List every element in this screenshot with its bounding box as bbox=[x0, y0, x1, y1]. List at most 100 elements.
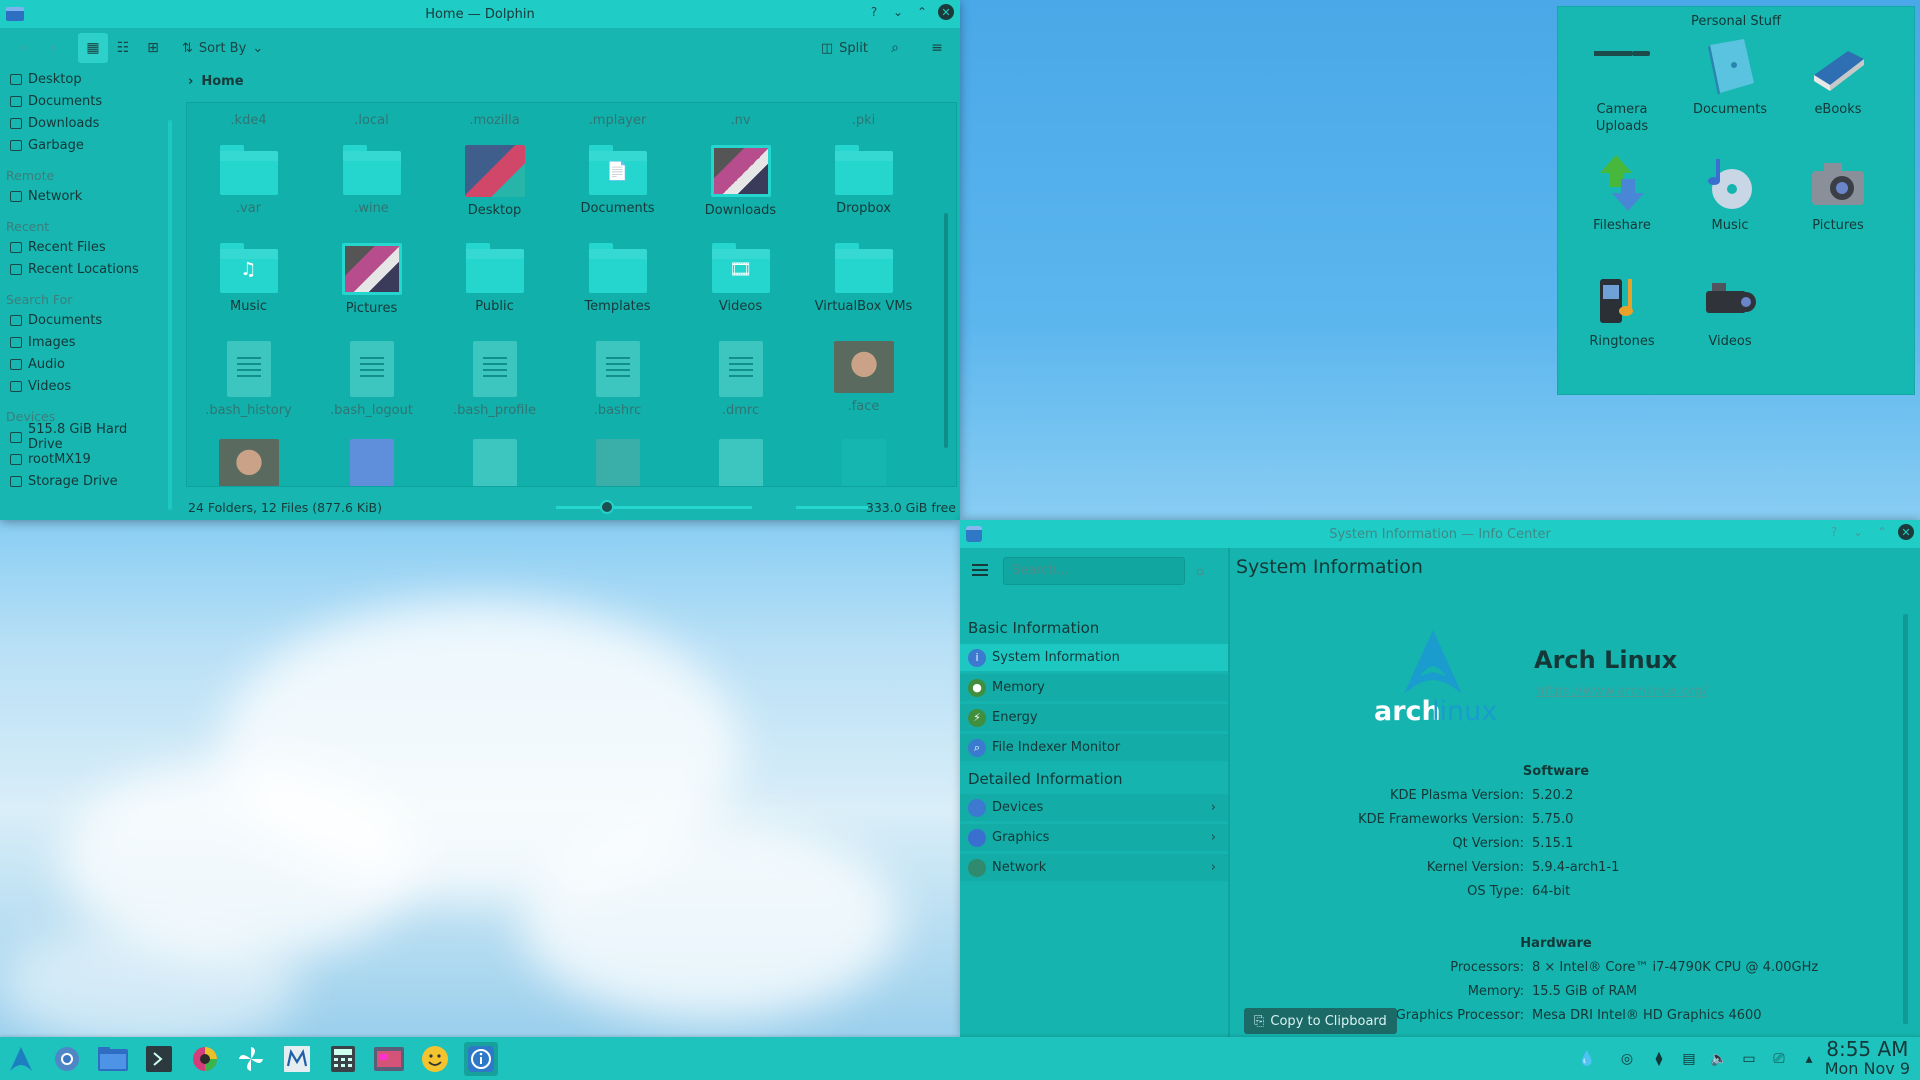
maximize-icon[interactable]: ⌃ bbox=[1874, 524, 1890, 540]
file-view[interactable]: .kde4 .local .mozilla .mplayer .nv .pki .var.… bbox=[186, 102, 957, 487]
sidebar-item[interactable]: ● Memory bbox=[960, 674, 1228, 702]
home-icon[interactable]: ⌂ bbox=[1196, 564, 1204, 579]
help-icon[interactable]: ? bbox=[866, 4, 882, 20]
sidebar-item[interactable]: Network › bbox=[960, 854, 1228, 882]
widget-item[interactable]: Fileshare bbox=[1572, 153, 1672, 234]
file-item[interactable]: Desktop bbox=[433, 145, 556, 241]
sidebar-item[interactable]: Devices › bbox=[960, 794, 1228, 822]
sidebar-item[interactable]: i System Information bbox=[960, 644, 1228, 672]
unknown-file-icon[interactable] bbox=[595, 439, 640, 486]
face-photo-icon[interactable] bbox=[218, 439, 279, 486]
recent-item[interactable]: Recent Files bbox=[0, 236, 162, 258]
water-drop-icon[interactable]: 💧 bbox=[1578, 1050, 1596, 1068]
compact-view-icon[interactable]: ☷ bbox=[108, 33, 138, 63]
digital-clock[interactable]: 8:55 AM Mon Nov 9 bbox=[1825, 1039, 1910, 1079]
file-item[interactable]: .var bbox=[187, 145, 310, 241]
arch-launcher-icon[interactable] bbox=[4, 1042, 38, 1076]
search-input[interactable]: Search... bbox=[1003, 557, 1185, 585]
file-item[interactable]: ♫ Music bbox=[187, 243, 310, 339]
zoom-slider[interactable] bbox=[556, 500, 752, 514]
pinwheel-icon[interactable] bbox=[234, 1042, 268, 1076]
copy-to-clipboard-button[interactable]: ⎘ Copy to Clipboard bbox=[1244, 1008, 1397, 1034]
file-item[interactable]: VirtualBox VMs bbox=[802, 243, 925, 339]
sidebar-item[interactable]: ⌕ File Indexer Monitor bbox=[960, 734, 1228, 762]
info-scrollbar[interactable] bbox=[1903, 614, 1908, 1024]
sidebar-item[interactable]: ⚡ Energy bbox=[960, 704, 1228, 732]
hamburger-menu-icon[interactable] bbox=[972, 564, 988, 576]
text-file-icon[interactable] bbox=[472, 439, 517, 486]
split-button[interactable]: ◫ Split bbox=[821, 41, 868, 56]
image-viewer-icon[interactable] bbox=[372, 1042, 406, 1076]
widget-item[interactable]: Documents bbox=[1680, 37, 1780, 118]
places-item[interactable]: Desktop bbox=[0, 68, 162, 90]
text-file-icon[interactable] bbox=[718, 439, 763, 486]
file-item[interactable]: Pictures bbox=[310, 243, 433, 339]
info-titlebar[interactable]: System Information — Info Center ? ⌄ ⌃ ✕ bbox=[960, 520, 1920, 548]
search-for-item[interactable]: Documents bbox=[0, 309, 162, 331]
volume-icon[interactable]: 🔈 bbox=[1710, 1050, 1728, 1068]
emoji-picker-icon[interactable] bbox=[418, 1042, 452, 1076]
details-view-icon[interactable]: ⊞ bbox=[138, 33, 168, 63]
file-item[interactable]: Downloads bbox=[679, 145, 802, 241]
hamburger-menu-icon[interactable]: ≡ bbox=[922, 33, 952, 63]
breadcrumb-home[interactable]: Home bbox=[201, 74, 243, 89]
file-item[interactable]: 🎞 Videos bbox=[679, 243, 802, 339]
search-for-item[interactable]: Audio bbox=[0, 353, 162, 375]
widget-item[interactable]: Pictures bbox=[1788, 153, 1888, 234]
file-item[interactable]: Templates bbox=[556, 243, 679, 339]
widget-item[interactable]: Videos bbox=[1680, 269, 1780, 350]
info-center-task-icon[interactable] bbox=[464, 1042, 498, 1076]
places-item[interactable]: Garbage bbox=[0, 134, 162, 156]
hidden-folder-label[interactable]: .mozilla bbox=[433, 113, 556, 128]
hidden-folder-label[interactable]: .nv bbox=[679, 113, 802, 128]
display-icon[interactable]: ⎚ bbox=[1770, 1050, 1788, 1068]
network-icon[interactable]: ▭ bbox=[1740, 1050, 1758, 1068]
back-icon[interactable]: ‹ bbox=[8, 33, 38, 63]
breadcrumb[interactable]: › Home bbox=[188, 74, 244, 89]
code-file-icon[interactable] bbox=[349, 439, 394, 486]
places-item[interactable]: Documents bbox=[0, 90, 162, 112]
file-item[interactable]: .bash_history bbox=[187, 341, 310, 437]
maximize-icon[interactable]: ⌃ bbox=[914, 4, 930, 20]
file-item[interactable]: .bash_logout bbox=[310, 341, 433, 437]
sidebar-item[interactable]: Graphics › bbox=[960, 824, 1228, 852]
file-item[interactable]: .bash_profile bbox=[433, 341, 556, 437]
minimize-icon[interactable]: ⌄ bbox=[1850, 524, 1866, 540]
help-icon[interactable]: ? bbox=[1826, 524, 1842, 540]
file-item[interactable]: 📄 Documents bbox=[556, 145, 679, 241]
widget-item[interactable]: eBooks bbox=[1788, 37, 1888, 118]
color-wheel-icon[interactable] bbox=[188, 1042, 222, 1076]
file-item[interactable]: .wine bbox=[310, 145, 433, 241]
widget-item[interactable]: Camera Uploads bbox=[1572, 37, 1672, 135]
dolphin-titlebar[interactable]: Home — Dolphin ? ⌄ ⌃ ✕ bbox=[0, 0, 960, 28]
widget-item[interactable]: Music bbox=[1680, 153, 1780, 234]
search-for-item[interactable]: Videos bbox=[0, 375, 162, 397]
widget-item[interactable]: Ringtones bbox=[1572, 269, 1672, 350]
hidden-folder-label[interactable]: .pki bbox=[802, 113, 925, 128]
hidden-folder-label[interactable]: .kde4 bbox=[187, 113, 310, 128]
clipboard-tray-icon[interactable]: ▤ bbox=[1680, 1050, 1698, 1068]
hidden-folder-label[interactable]: .local bbox=[310, 113, 433, 128]
chromium-tray-icon[interactable]: ◎ bbox=[1618, 1050, 1636, 1068]
places-item[interactable]: Downloads bbox=[0, 112, 162, 134]
panel-scrollbar[interactable] bbox=[168, 120, 172, 510]
device-item[interactable]: Storage Drive bbox=[0, 470, 162, 492]
file-item[interactable]: .bashrc bbox=[556, 341, 679, 437]
close-icon[interactable]: ✕ bbox=[1898, 524, 1914, 540]
calculator-icon[interactable] bbox=[326, 1042, 360, 1076]
file-item[interactable]: Public bbox=[433, 243, 556, 339]
distro-url-link[interactable]: https://www.archlinux.org/ bbox=[1536, 684, 1707, 699]
text-editor-icon[interactable] bbox=[280, 1042, 314, 1076]
file-item[interactable]: .face bbox=[802, 341, 925, 437]
tray-expand-icon[interactable]: ▴ bbox=[1800, 1050, 1818, 1068]
dolphin-task-icon[interactable] bbox=[96, 1042, 130, 1076]
icons-view-icon[interactable]: ▦ bbox=[78, 33, 108, 63]
zoom-slider-handle[interactable] bbox=[600, 500, 614, 514]
search-for-item[interactable]: Images bbox=[0, 331, 162, 353]
search-icon[interactable]: ⌕ bbox=[880, 33, 910, 63]
remote-item[interactable]: Network bbox=[0, 185, 162, 207]
chromium-icon[interactable] bbox=[50, 1042, 84, 1076]
file-item[interactable]: .dmrc bbox=[679, 341, 802, 437]
minimize-icon[interactable]: ⌄ bbox=[890, 4, 906, 20]
forward-icon[interactable]: › bbox=[38, 33, 68, 63]
